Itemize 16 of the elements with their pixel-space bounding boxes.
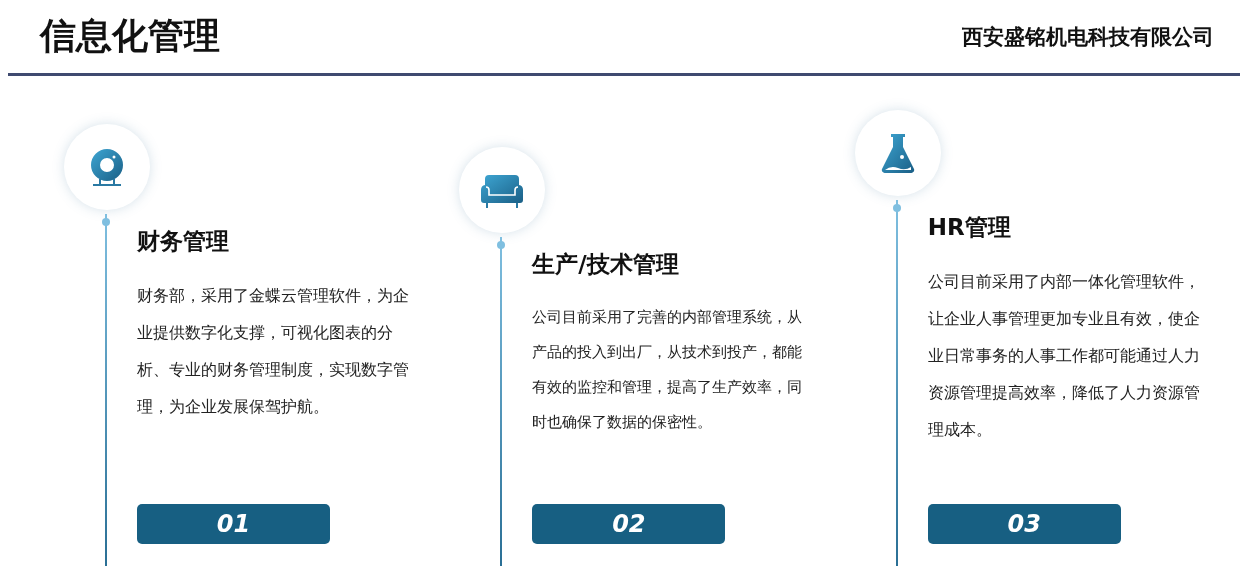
timeline-dot [892,204,901,212]
section-title: HR管理 [927,213,1012,242]
section-text: 公司目前采用了内部一体化管理软件，让企业人事管理更加专业且有效，使企业日常事务的人事工作都可能通过人力资源管理提高效率，降低了人力资源管理成本。 [927,271,1201,441]
flask-icon [880,133,915,173]
timeline-dot [102,218,110,226]
section-title: 财务管理 [137,227,230,256]
section-text: 公司目前采用了完善的内部管理系统，从产品的投入到出厂，从技术到投产，都能有效的监控和管理，提高了生产效率，同时也确保了数据的保密性。 [532,307,804,433]
section-title: 生产/技术管理 [532,250,680,279]
section-text: 财务部，采用了金蝶云管理软件，为企业提供数字化支撑，可视化图表的分析、专业的财务管理制度，实现数字管理，为企业发展保驾护航。 [137,285,410,418]
section-number: 02 [532,504,726,544]
section-number: 01 [137,504,330,544]
timeline-dot [497,241,506,249]
section-number: 03 [927,504,1121,544]
page-title: 信息化管理 [40,14,220,58]
company-name: 西安盛铭机电科技有限公司 [962,23,1214,51]
armchair-icon [481,172,524,208]
